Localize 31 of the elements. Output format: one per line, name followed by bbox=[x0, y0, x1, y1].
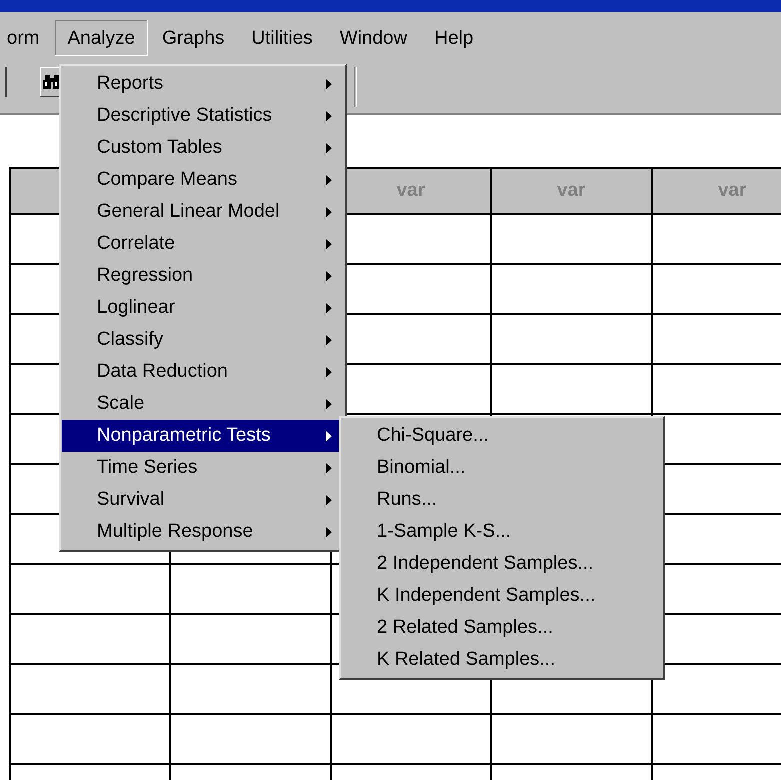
menu-option[interactable]: Time Series bbox=[62, 452, 344, 484]
menu-option[interactable]: Compare Means bbox=[62, 164, 344, 196]
menu-option[interactable]: General Linear Model bbox=[62, 196, 344, 228]
menu-option[interactable]: 2 Related Samples... bbox=[342, 612, 662, 644]
column-header: var bbox=[396, 178, 426, 203]
menu-option[interactable]: Survival bbox=[62, 484, 344, 516]
menu-option[interactable]: K Related Samples... bbox=[342, 644, 662, 676]
menu-option[interactable]: Correlate bbox=[62, 228, 344, 260]
menu-option[interactable]: Custom Tables bbox=[62, 132, 344, 164]
menu-option[interactable]: 2 Independent Samples... bbox=[342, 548, 662, 580]
menu-item[interactable]: Utilities bbox=[238, 20, 326, 56]
column-header: var bbox=[557, 178, 586, 203]
menu-option[interactable]: Descriptive Statistics bbox=[62, 100, 344, 132]
menu-option[interactable]: Binomial... bbox=[342, 452, 662, 484]
menu-option[interactable]: K Independent Samples... bbox=[342, 580, 662, 612]
menu-option[interactable]: Regression bbox=[62, 260, 344, 292]
menu-item[interactable]: orm bbox=[0, 20, 53, 56]
menu-item[interactable]: Help bbox=[421, 20, 487, 56]
menu-option[interactable]: Classify bbox=[62, 324, 344, 356]
column-header: var bbox=[718, 178, 747, 203]
menu-option[interactable]: Scale bbox=[62, 388, 344, 420]
menu-option[interactable]: Runs... bbox=[342, 484, 662, 516]
menu-option[interactable]: Reports bbox=[62, 68, 344, 100]
menu-item[interactable]: Window bbox=[326, 20, 420, 56]
menu-option[interactable]: Chi-Square... bbox=[342, 420, 662, 452]
menu-option[interactable]: 1-Sample K-S... bbox=[342, 516, 662, 548]
menu-option[interactable]: Multiple Response bbox=[62, 516, 344, 548]
menu-option[interactable]: Loglinear bbox=[62, 292, 344, 324]
menu-item[interactable]: Analyze bbox=[54, 20, 148, 56]
menu-item[interactable]: Graphs bbox=[149, 20, 238, 56]
menu-option[interactable]: Data Reduction bbox=[62, 356, 344, 388]
